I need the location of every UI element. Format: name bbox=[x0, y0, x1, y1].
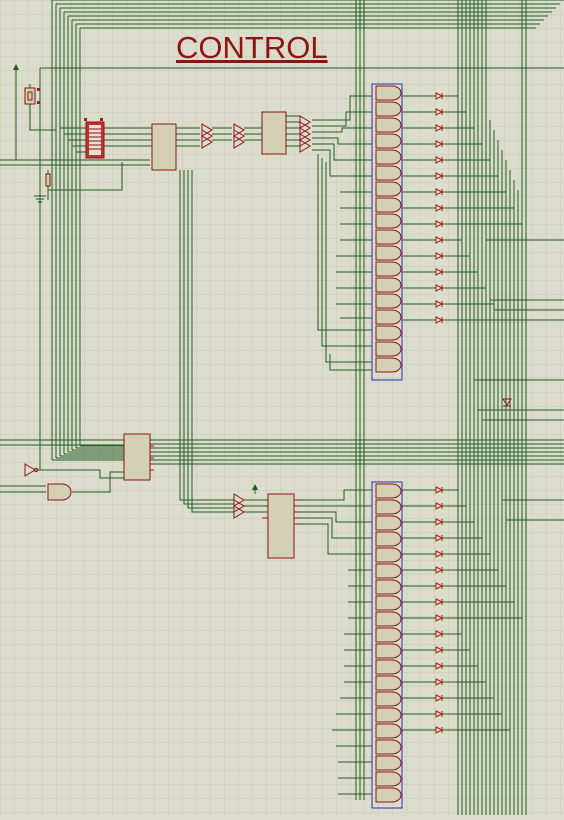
register-cell[interactable] bbox=[375, 101, 402, 117]
register-cell[interactable] bbox=[375, 149, 402, 165]
register-cell[interactable] bbox=[375, 357, 402, 373]
register-cell[interactable] bbox=[375, 531, 402, 547]
register-cell[interactable] bbox=[375, 579, 402, 595]
register-cell[interactable] bbox=[375, 181, 402, 197]
register-cell[interactable] bbox=[375, 787, 402, 803]
register-cell[interactable] bbox=[375, 515, 402, 531]
register-cell[interactable] bbox=[375, 261, 402, 277]
register-cell[interactable] bbox=[375, 563, 402, 579]
dip-switch-icon[interactable] bbox=[84, 118, 105, 159]
ic-decoder-lower[interactable] bbox=[262, 493, 300, 559]
register-cell[interactable] bbox=[375, 739, 402, 755]
register-stack-upper[interactable] bbox=[371, 83, 403, 381]
register-cell[interactable] bbox=[375, 133, 402, 149]
ic-multiplexer-middle[interactable] bbox=[123, 433, 154, 481]
register-cell[interactable] bbox=[375, 595, 402, 611]
register-cell[interactable] bbox=[375, 213, 402, 229]
register-cell[interactable] bbox=[375, 483, 402, 499]
register-cell[interactable] bbox=[375, 325, 402, 341]
register-cell[interactable] bbox=[375, 659, 402, 675]
register-cell[interactable] bbox=[375, 277, 402, 293]
register-cell[interactable] bbox=[375, 771, 402, 787]
and-gate-icon[interactable] bbox=[47, 483, 72, 501]
register-cell[interactable] bbox=[375, 229, 402, 245]
register-cell[interactable] bbox=[375, 627, 402, 643]
register-cell[interactable] bbox=[375, 245, 402, 261]
register-cell[interactable] bbox=[375, 691, 402, 707]
register-cell[interactable] bbox=[375, 165, 402, 181]
register-cell[interactable] bbox=[375, 643, 402, 659]
ic-decoder-upper[interactable] bbox=[261, 111, 287, 155]
schematic-canvas bbox=[0, 0, 564, 815]
register-cell[interactable] bbox=[375, 547, 402, 563]
register-cell[interactable] bbox=[375, 341, 402, 357]
register-cell[interactable] bbox=[375, 499, 402, 515]
register-cell[interactable] bbox=[375, 293, 402, 309]
page-title: CONTROL bbox=[176, 30, 328, 65]
ic-latch-upper[interactable] bbox=[151, 123, 177, 171]
pull-down-resistor[interactable] bbox=[45, 173, 51, 187]
register-cell[interactable] bbox=[375, 675, 402, 691]
register-cell[interactable] bbox=[375, 707, 402, 723]
register-cell[interactable] bbox=[375, 723, 402, 739]
register-cell[interactable] bbox=[375, 85, 402, 101]
register-cell[interactable] bbox=[375, 755, 402, 771]
register-cell[interactable] bbox=[375, 309, 402, 325]
register-cell[interactable] bbox=[375, 197, 402, 213]
register-cell[interactable] bbox=[375, 611, 402, 627]
register-cell[interactable] bbox=[375, 117, 402, 133]
